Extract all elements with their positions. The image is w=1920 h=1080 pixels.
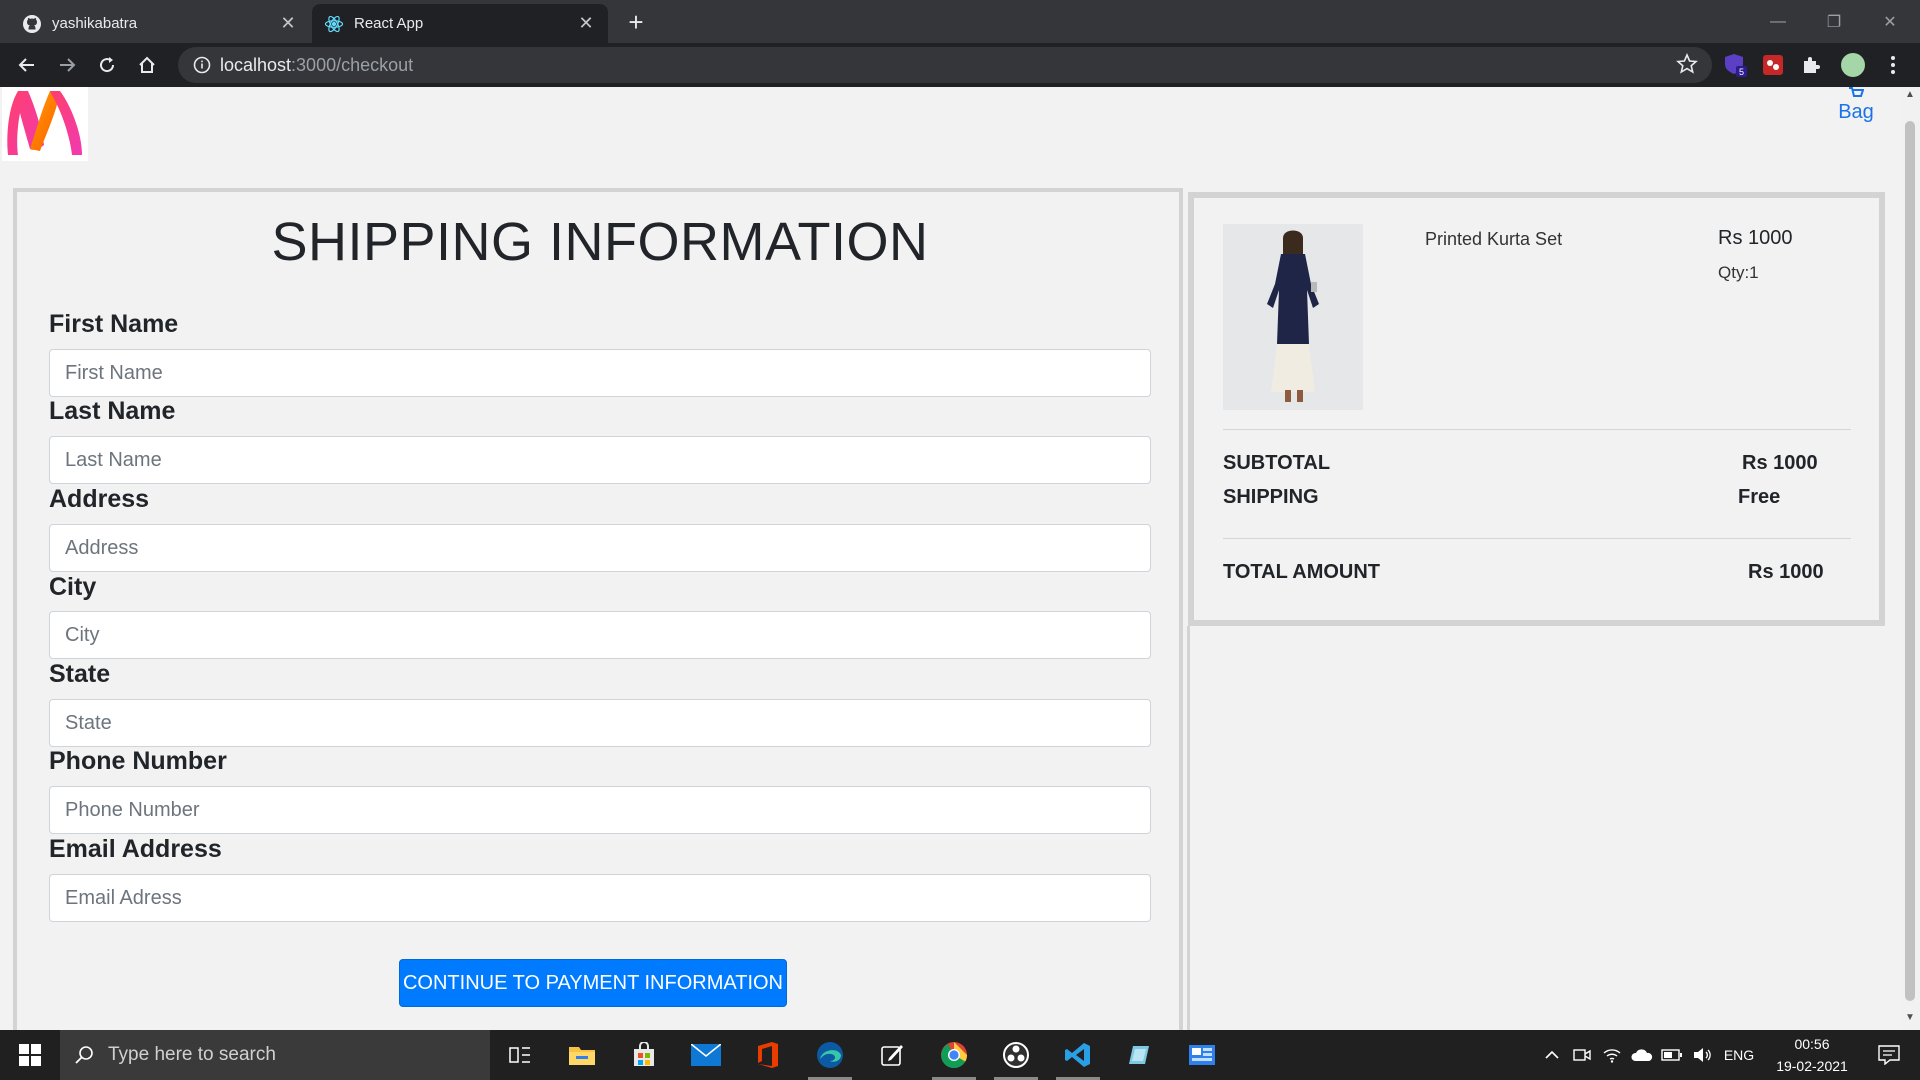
back-arrow-icon[interactable]	[12, 50, 42, 80]
total-amount-label: TOTAL AMOUNT	[1223, 561, 1381, 583]
last-name-label: Last Name	[49, 397, 176, 425]
control-panel-icon[interactable]	[1172, 1030, 1232, 1080]
first-name-input[interactable]	[49, 349, 1151, 397]
paint-3d-icon[interactable]	[1110, 1030, 1170, 1080]
scrollbar-thumb[interactable]	[1905, 121, 1915, 1001]
wifi-icon[interactable]	[1598, 1030, 1626, 1080]
browser-menu-icon[interactable]	[1878, 50, 1908, 80]
shipping-value: Free	[1738, 486, 1781, 508]
bag-link[interactable]: Bag	[1832, 87, 1880, 124]
phone-number-input[interactable]	[49, 786, 1151, 834]
state-label: State	[49, 660, 111, 688]
tab-title: React App	[354, 15, 424, 32]
phone-number-label: Phone Number	[49, 747, 227, 775]
close-tab-icon[interactable]: ✕	[278, 13, 298, 34]
email-address-input[interactable]	[49, 874, 1151, 922]
city-input[interactable]	[49, 611, 1151, 659]
windows-start-icon[interactable]	[0, 1030, 60, 1080]
last-name-input[interactable]	[49, 436, 1151, 484]
tab-title: yashikabatra	[52, 15, 138, 32]
show-hidden-icons-chevron-icon[interactable]	[1538, 1030, 1566, 1080]
scroll-up-arrow-icon[interactable]: ▲	[1900, 89, 1920, 105]
city-label: City	[49, 573, 97, 601]
windows-taskbar: Type here to search ENG 00:56 19-02-2021	[0, 1030, 1920, 1080]
extension-red-icon[interactable]	[1758, 50, 1788, 80]
checkout-page: Bag SHIPPING INFORMATION First Name Last…	[0, 87, 1900, 1030]
subtotal-value: Rs 1000	[1742, 452, 1818, 474]
product-name: Printed Kurta Set	[1425, 229, 1563, 249]
forward-arrow-icon[interactable]	[52, 50, 82, 80]
shipping-label: SHIPPING	[1223, 486, 1319, 508]
product-price: Rs 1000	[1718, 227, 1793, 249]
state-input[interactable]	[49, 699, 1151, 747]
search-icon	[74, 1045, 94, 1065]
address-bar[interactable]: localhost:3000/checkout	[178, 47, 1712, 83]
subtotal-label: SUBTOTAL	[1223, 452, 1331, 474]
clock-date: 19-02-2021	[1776, 1058, 1848, 1074]
react-icon	[324, 14, 344, 34]
page-scrollbar[interactable]: ▲ ▼	[1900, 87, 1920, 1030]
extensions-puzzle-icon[interactable]	[1796, 50, 1826, 80]
url-path: :3000/checkout	[291, 54, 414, 75]
cart-icon	[1849, 87, 1864, 97]
taskbar-clock[interactable]: 00:56 19-02-2021	[1762, 1030, 1862, 1080]
task-view-icon[interactable]	[490, 1030, 550, 1080]
address-input[interactable]	[49, 524, 1151, 572]
clock-time: 00:56	[1794, 1036, 1830, 1052]
meet-now-icon[interactable]	[1568, 1030, 1596, 1080]
obs-recorder-icon[interactable]	[986, 1030, 1046, 1080]
summary-divider	[1223, 538, 1851, 539]
url-host: localhost	[220, 54, 292, 75]
bookmark-star-icon[interactable]	[1676, 52, 1698, 80]
scroll-down-arrow-icon[interactable]: ▼	[1900, 1012, 1920, 1028]
taskbar-search-box[interactable]: Type here to search	[60, 1030, 490, 1080]
url-text: localhost:3000/checkout	[220, 55, 413, 76]
extension-shield-icon[interactable]: 5	[1720, 50, 1750, 80]
profile-avatar[interactable]	[1838, 50, 1868, 80]
home-icon[interactable]	[132, 50, 162, 80]
bag-label: Bag	[1838, 101, 1874, 123]
new-tab-button[interactable]: +	[622, 9, 650, 37]
reload-icon[interactable]	[92, 50, 122, 80]
office-icon[interactable]	[738, 1030, 798, 1080]
notes-app-icon[interactable]	[862, 1030, 922, 1080]
tab-github[interactable]: yashikabatra ✕	[10, 4, 310, 43]
continue-to-payment-button[interactable]: CONTINUE TO PAYMENT INFORMATION	[399, 959, 787, 1007]
summary-divider	[1223, 429, 1851, 430]
site-info-icon[interactable]	[184, 56, 220, 74]
address-label: Address	[49, 485, 150, 513]
file-explorer-icon[interactable]	[552, 1030, 612, 1080]
vscode-icon[interactable]	[1048, 1030, 1108, 1080]
microsoft-store-icon[interactable]	[614, 1030, 674, 1080]
mail-icon[interactable]	[676, 1030, 736, 1080]
product-image[interactable]	[1223, 224, 1363, 410]
minimize-icon[interactable]: —	[1750, 0, 1806, 43]
browser-tab-bar: yashikabatra ✕ React App ✕ + — ❐ ✕	[0, 0, 1920, 43]
chrome-icon[interactable]	[924, 1030, 984, 1080]
tab-react-app[interactable]: React App ✕	[312, 4, 608, 43]
myntra-logo[interactable]	[2, 87, 88, 161]
column-divider	[1187, 626, 1190, 1030]
email-address-label: Email Address	[49, 835, 222, 863]
first-name-label: First Name	[49, 310, 179, 338]
window-close-icon[interactable]: ✕	[1862, 0, 1918, 43]
form-title: SHIPPING INFORMATION	[271, 212, 929, 272]
onedrive-icon[interactable]	[1628, 1030, 1656, 1080]
total-amount-value: Rs 1000	[1748, 561, 1824, 583]
edge-icon[interactable]	[800, 1030, 860, 1080]
extension-badge-count: 5	[1739, 67, 1744, 77]
notification-center-icon[interactable]	[1864, 1030, 1914, 1080]
product-quantity: Qty:1	[1718, 263, 1759, 282]
browser-toolbar: localhost:3000/checkout 5	[0, 43, 1920, 87]
volume-icon[interactable]	[1688, 1030, 1716, 1080]
search-placeholder: Type here to search	[108, 1044, 276, 1065]
language-indicator[interactable]: ENG	[1718, 1030, 1760, 1080]
restore-icon[interactable]: ❐	[1806, 0, 1862, 43]
github-icon	[22, 14, 42, 34]
close-tab-icon[interactable]: ✕	[576, 13, 596, 34]
battery-icon[interactable]	[1658, 1030, 1686, 1080]
